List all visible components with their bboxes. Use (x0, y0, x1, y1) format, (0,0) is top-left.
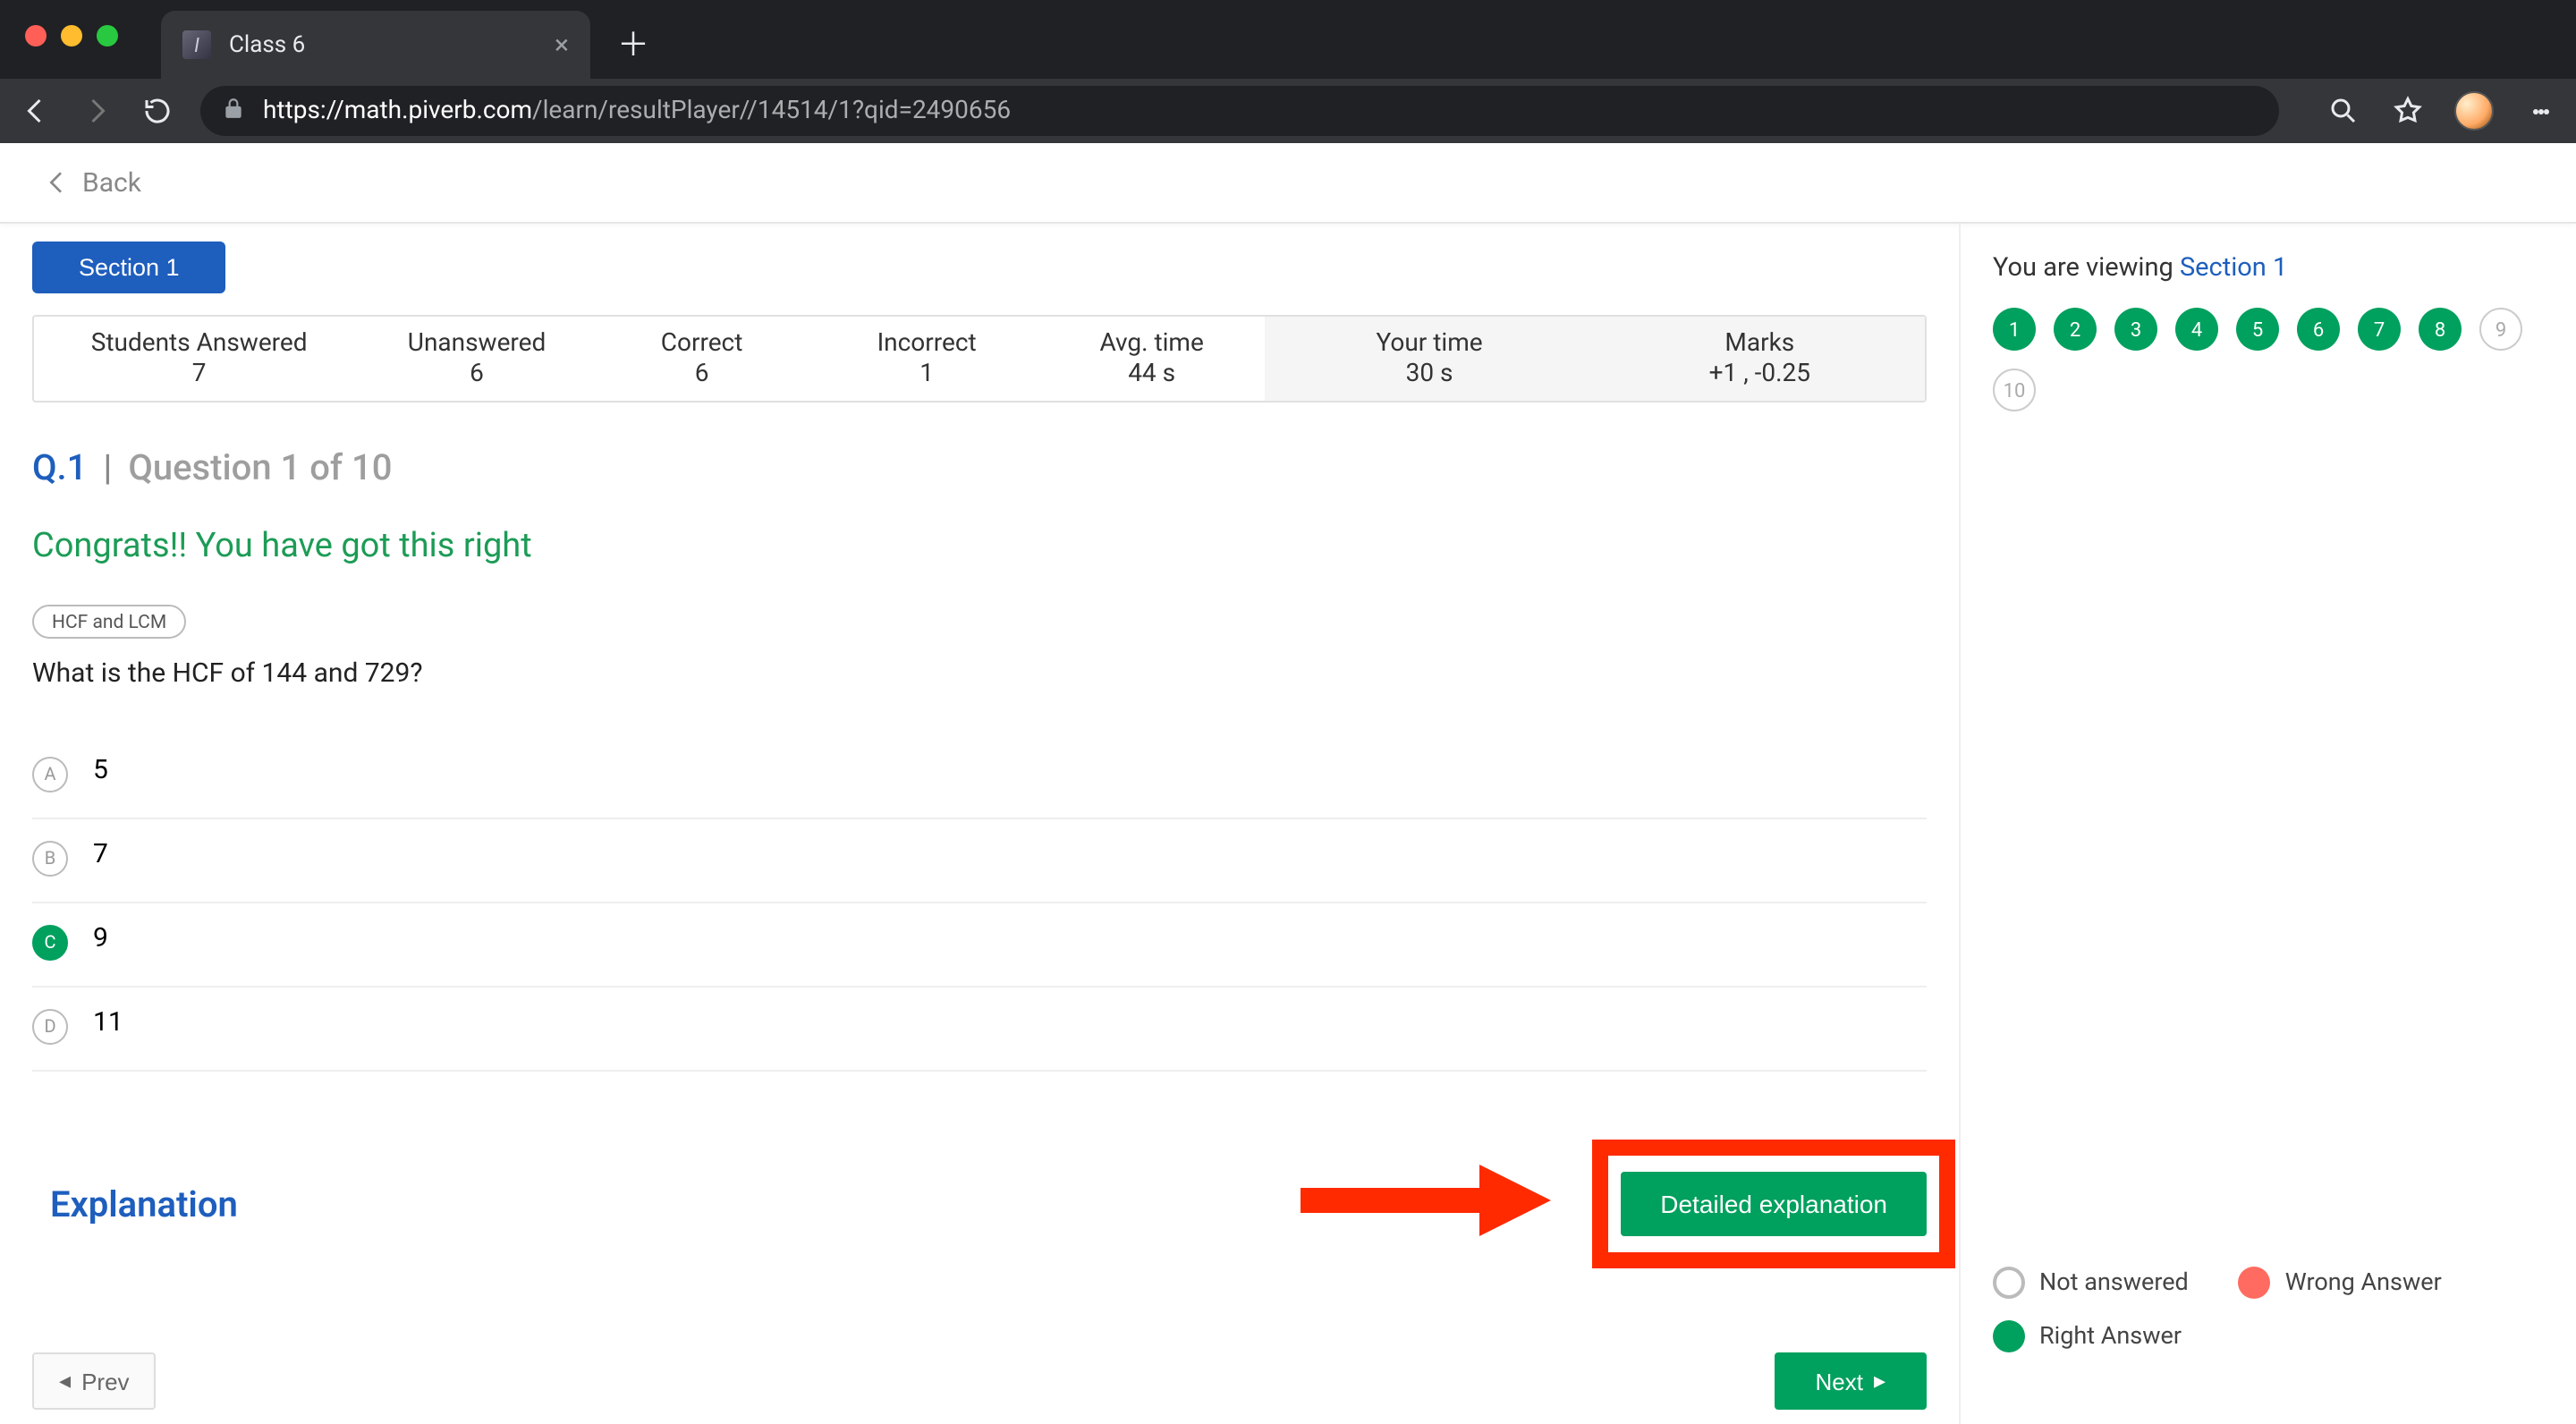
stats-table: Students Answered7 Unanswered6 Correct6 … (32, 315, 1927, 403)
tab-close-icon[interactable]: × (555, 29, 569, 61)
question-nav-8[interactable]: 8 (2419, 308, 2462, 351)
section-1-button[interactable]: Section 1 (32, 242, 226, 293)
legend-dot-right-icon (1993, 1320, 2025, 1352)
explanation-heading: Explanation (32, 1182, 238, 1225)
sidebar-heading: You are viewing Section 1 (1993, 252, 2544, 283)
new-tab-button[interactable]: ＋ (612, 21, 655, 64)
option-text: 5 (93, 753, 108, 785)
legend-wrong-answer: Wrong Answer (2239, 1267, 2442, 1299)
caret-left-icon: ◂ (59, 1367, 71, 1395)
option-a[interactable]: A5 (32, 735, 1927, 819)
option-d[interactable]: D 11 (32, 987, 1927, 1072)
stat-avg-time: Avg. time44 s (1039, 317, 1265, 401)
legend-right-answer: Right Answer (1993, 1320, 2182, 1352)
browser-tab[interactable]: I Class 6 × (161, 11, 590, 79)
stat-unanswered: Unanswered6 (364, 317, 589, 401)
option-c[interactable]: C9 (32, 903, 1927, 987)
stat-your-time: Your time30 s (1264, 317, 1594, 401)
question-nav-2[interactable]: 2 (2054, 308, 2097, 351)
legend: Not answered Wrong Answer Right Answer (1993, 1267, 2544, 1395)
window-controls (0, 0, 143, 47)
back-link[interactable]: Back (0, 143, 2576, 224)
window-titlebar: I Class 6 × ＋ (0, 0, 2576, 79)
topic-tag: HCF and LCM (32, 605, 186, 639)
question-nav-3[interactable]: 3 (2114, 308, 2157, 351)
question-nav-7[interactable]: 7 (2358, 308, 2401, 351)
caret-right-icon: ▸ (1874, 1367, 1885, 1395)
legend-dot-na-icon (1993, 1267, 2025, 1299)
pager: ◂ Prev Next ▸ (0, 1352, 1959, 1424)
question-text: What is the HCF of 144 and 729? (0, 639, 1959, 689)
back-label: Back (82, 166, 141, 199)
option-text: 11 (93, 1005, 123, 1038)
options-list: A5B7C9D11 (0, 689, 1959, 1072)
section-link[interactable]: Section 1 (2180, 252, 2287, 283)
question-nav-9[interactable]: 9 (2479, 308, 2522, 351)
question-header: Q.1 | Question 1 of 10 (0, 403, 1959, 488)
legend-dot-wrong-icon (2239, 1267, 2271, 1299)
address-bar[interactable]: https://math.piverb.com/learn/resultPlay… (200, 86, 2279, 136)
tab-favicon-icon: I (182, 30, 211, 59)
question-number: Q.1 (32, 445, 87, 488)
option-bubble-icon: A (32, 757, 68, 793)
sidebar: You are viewing Section 1 123456789 10 No… (1959, 224, 2576, 1424)
annotation-arrow-icon (1301, 1157, 1551, 1250)
lock-icon (222, 96, 245, 126)
stat-incorrect: Incorrect1 (814, 317, 1039, 401)
legend-not-answered: Not answered (1993, 1267, 2189, 1299)
stat-marks: Marks+1 , -0.25 (1595, 317, 1925, 401)
option-text: 7 (93, 837, 108, 869)
maximize-window-icon[interactable] (97, 25, 118, 47)
stat-students-answered: Students Answered7 (34, 317, 364, 401)
browser-toolbar: https://math.piverb.com/learn/resultPlay… (0, 79, 2576, 143)
nav-forward-button[interactable] (79, 93, 114, 129)
question-nav-4[interactable]: 4 (2175, 308, 2218, 351)
question-nav-1[interactable]: 1 (1993, 308, 2036, 351)
bookmark-star-icon[interactable] (2390, 93, 2426, 129)
close-window-icon[interactable] (25, 25, 47, 47)
zoom-icon[interactable] (2326, 93, 2361, 129)
next-button[interactable]: Next ▸ (1774, 1352, 1927, 1410)
tab-title: Class 6 (229, 31, 537, 58)
prev-button[interactable]: ◂ Prev (32, 1352, 157, 1410)
minimize-window-icon[interactable] (61, 25, 82, 47)
option-bubble-icon: C (32, 925, 68, 961)
question-count: Question 1 of 10 (128, 445, 392, 488)
question-nav-10[interactable]: 10 (1993, 369, 2036, 411)
question-nav-5[interactable]: 5 (2236, 308, 2279, 351)
congrats-message: Congrats!! You have got this right (0, 488, 1959, 565)
chevron-left-icon (43, 168, 72, 197)
nav-reload-button[interactable] (140, 93, 175, 129)
nav-back-button[interactable] (18, 93, 54, 129)
option-bubble-icon: B (32, 841, 68, 877)
question-nav-6[interactable]: 6 (2297, 308, 2340, 351)
url-text: https://math.piverb.com/learn/resultPlay… (263, 97, 1011, 125)
option-bubble-icon: D (32, 1009, 68, 1045)
detailed-explanation-button[interactable]: Detailed explanation (1621, 1172, 1927, 1236)
option-b[interactable]: B7 (32, 819, 1927, 903)
browser-menu-icon[interactable] (2522, 93, 2558, 129)
option-text: 9 (93, 921, 108, 954)
profile-avatar[interactable] (2454, 91, 2494, 131)
main-content: Section 1 Students Answered7 Unanswered6… (0, 224, 1959, 1424)
stat-correct: Correct6 (589, 317, 815, 401)
question-grid: 123456789 10 (1993, 308, 2544, 411)
